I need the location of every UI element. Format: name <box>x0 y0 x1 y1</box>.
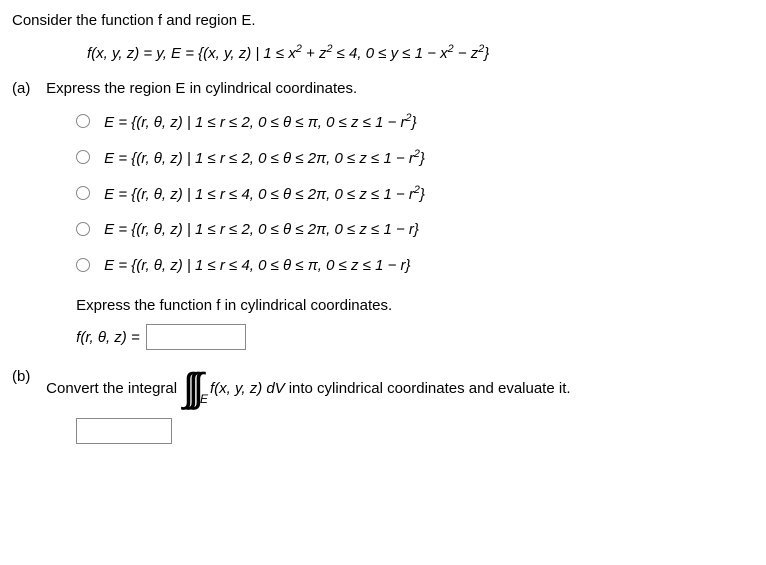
part-b-label: (b) <box>12 368 42 385</box>
option-5[interactable]: E = {(r, θ, z) | 1 ≤ r ≤ 4, 0 ≤ θ ≤ π, 0… <box>76 251 748 279</box>
radio-icon <box>76 258 90 272</box>
option-2[interactable]: E = {(r, θ, z) | 1 ≤ r ≤ 2, 0 ≤ θ ≤ 2π, … <box>76 143 748 171</box>
integral-subscript: E <box>200 392 208 406</box>
radio-icon <box>76 150 90 164</box>
radio-icon <box>76 114 90 128</box>
part-a-prompt: Express the region E in cylindrical coor… <box>46 80 748 97</box>
part-a-label: (a) <box>12 80 42 97</box>
integrand: f(x, y, z) dV <box>210 380 285 397</box>
function-region-definition: f(x, y, z) = y, E = {(x, y, z) | 1 ≤ x2 … <box>87 43 754 62</box>
radio-icon <box>76 222 90 236</box>
options-group: E = {(r, θ, z) | 1 ≤ r ≤ 2, 0 ≤ θ ≤ π, 0… <box>76 107 748 279</box>
part-a: (a) Express the region E in cylindrical … <box>12 80 754 350</box>
part-b: (b) Convert the integral ∫∫∫ E f(x, y, z… <box>12 368 754 448</box>
option-5-text: E = {(r, θ, z) | 1 ≤ r ≤ 4, 0 ≤ θ ≤ π, 0… <box>104 257 410 274</box>
option-4[interactable]: E = {(r, θ, z) | 1 ≤ r ≤ 2, 0 ≤ θ ≤ 2π, … <box>76 215 748 243</box>
function-label: f(r, θ, z) = <box>76 329 140 346</box>
option-1-text: E = {(r, θ, z) | 1 ≤ r ≤ 2, 0 ≤ θ ≤ π, 0… <box>104 112 416 131</box>
option-1[interactable]: E = {(r, θ, z) | 1 ≤ r ≤ 2, 0 ≤ θ ≤ π, 0… <box>76 107 748 135</box>
option-2-text: E = {(r, θ, z) | 1 ≤ r ≤ 2, 0 ≤ θ ≤ 2π, … <box>104 148 425 167</box>
part-b-lead: Convert the integral <box>46 380 177 397</box>
option-3-text: E = {(r, θ, z) | 1 ≤ r ≤ 4, 0 ≤ θ ≤ 2π, … <box>104 184 425 203</box>
part-b-tail: into cylindrical coordinates and evaluat… <box>289 380 571 397</box>
function-answer-line: f(r, θ, z) = <box>76 324 748 350</box>
triple-integral-icon: ∫∫∫ E <box>183 368 206 408</box>
part-a-sub-prompt: Express the function f in cylindrical co… <box>76 297 748 314</box>
option-4-text: E = {(r, θ, z) | 1 ≤ r ≤ 2, 0 ≤ θ ≤ 2π, … <box>104 221 419 238</box>
integral-answer-input[interactable] <box>76 418 172 444</box>
intro-text: Consider the function f and region E. <box>12 12 754 29</box>
option-3[interactable]: E = {(r, θ, z) | 1 ≤ r ≤ 4, 0 ≤ θ ≤ 2π, … <box>76 179 748 207</box>
function-answer-input[interactable] <box>146 324 246 350</box>
radio-icon <box>76 186 90 200</box>
